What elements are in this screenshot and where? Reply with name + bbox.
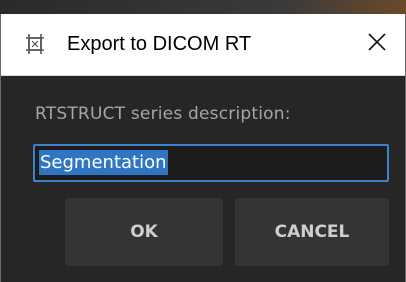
background-strip [0,0,406,14]
dialog-title: Export to DICOM RT [67,33,252,55]
input-selected-text: Segmentation [39,150,168,175]
ok-button[interactable]: OK [65,198,223,266]
dialog-body: RTSTRUCT series description: Segmentatio… [1,76,405,282]
close-button[interactable] [359,26,395,62]
title-bar[interactable]: Export to DICOM RT [1,14,405,76]
export-crop-icon [23,32,47,56]
export-dialog: Export to DICOM RT RTSTRUCT series descr… [0,14,406,282]
series-description-label: RTSTRUCT series description: [35,104,291,124]
close-icon [366,31,388,58]
series-description-input[interactable]: Segmentation [33,144,389,182]
cancel-button[interactable]: CANCEL [235,198,389,266]
